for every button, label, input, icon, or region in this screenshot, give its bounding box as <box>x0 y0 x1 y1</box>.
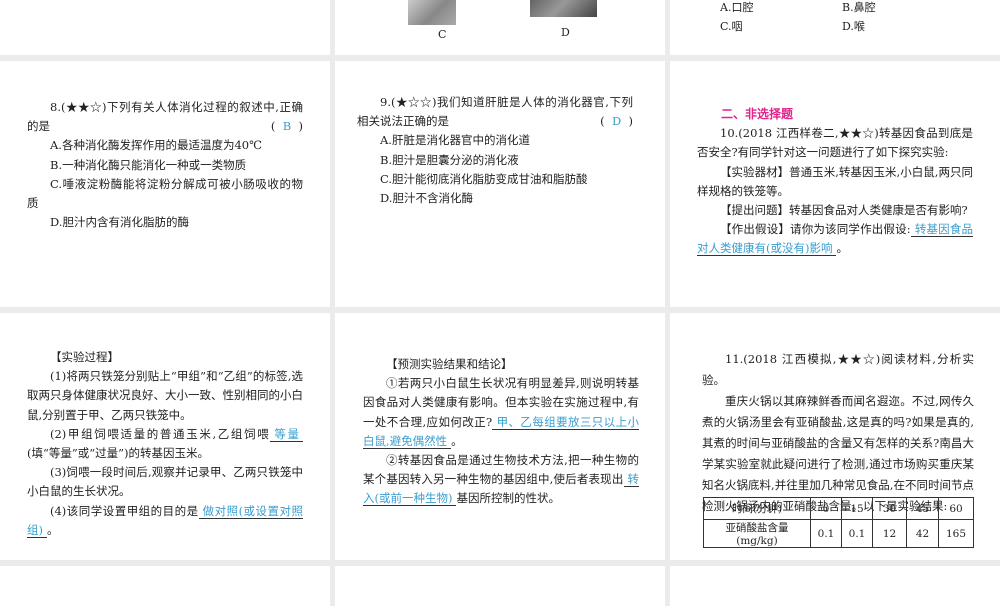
period: 。 <box>451 433 463 448</box>
question-stem: 10.(2018 江西样卷二,★★☆)转基因食品到底是否安全?有同学针对这一问题… <box>697 126 973 160</box>
option-c: C.唾液淀粉酶能将淀粉分解成可被小肠吸收的物质 <box>27 176 303 211</box>
option-a: A.肝脏是消化器官中的消化道 <box>380 133 530 148</box>
slide-experiment-process: 【实验过程】 (1)将两只铁笼分别贴上“甲组”和“乙组”的标签,选取两只身体健康… <box>0 313 330 560</box>
prediction-2-suffix: 基因所控制的性状。 <box>456 491 560 506</box>
table-row: 时间(分钟) 0 15 30 45 60 <box>703 497 974 520</box>
slide-prediction: 【预测实验结果和结论】 ①若两只小白鼠生长状况有明显差异,则说明转基因食品对人类… <box>335 313 665 560</box>
answer-bracket: ( D ) <box>600 114 633 129</box>
section-heading: 二、非选择题 <box>721 107 794 121</box>
image-label-d: D <box>561 26 570 39</box>
hypothesis: 【作出假设】请你为该同学作出假设: 转基因食品对人类健康有(或没有)影响。 <box>697 220 974 258</box>
table-cell: 15 <box>841 497 873 520</box>
prediction-2-text: ②转基因食品是通过生物技术方法,把一种生物的某个基因转入另一种生物的基因组中,使… <box>363 453 639 487</box>
table-cell: 45 <box>906 497 939 520</box>
slide-top-left <box>0 0 330 55</box>
table-cell: 0 <box>810 497 842 520</box>
answer: B <box>282 119 292 134</box>
step-3: (3)饲喂一段时间后,观察并记录甲、乙两只铁笼中小白鼠的生长状况。 <box>27 465 303 499</box>
period: 。 <box>836 241 848 256</box>
slide-top-right: A.口腔 B.鼻腔 C.咽 D.喉 <box>670 0 1000 55</box>
option-a: A.各种消化酶发挥作用的最适温度为40℃ <box>50 138 262 153</box>
option-c: C.胆汁能彻底消化脂肪变成甘油和脂肪酸 <box>380 171 588 186</box>
section-title: 【实验过程】 <box>50 350 119 364</box>
slide-top-middle: C D <box>335 0 665 55</box>
step-4: (4)该同学设置甲组的目的是 做对照(或设置对照组)。 <box>27 502 303 540</box>
slide-question-9: 9.(★☆☆)我们知道肝脏是人体的消化器官,下列相关说法正确的是( D ) A.… <box>335 61 665 307</box>
period: 。 <box>47 522 59 537</box>
step-2-suffix: (填“等量”或“过量”)的转基因玉米。 <box>27 446 209 461</box>
option-b: B.鼻腔 <box>842 1 876 14</box>
step-2-text: (2)甲组饲喂适量的普通玉米,乙组饲喂 <box>50 426 271 441</box>
slide-question-10: 二、非选择题 10.(2018 江西样卷二,★★☆)转基因食品到底是否安全?有同… <box>670 61 1000 307</box>
option-d: D.胆汁不含消化酶 <box>380 191 473 206</box>
image-label-c: C <box>438 28 447 41</box>
step-2-answer: 等量 <box>270 426 304 442</box>
problem: 【提出问题】转基因食品对人类健康是否有影响? <box>720 203 968 218</box>
table-cell: 0.1 <box>810 519 842 548</box>
option-c: C.咽 <box>720 20 743 33</box>
food-image-d <box>530 0 597 17</box>
question-stem: 9.(★☆☆)我们知道肝脏是人体的消化器官,下列相关说法正确的是( D ) <box>357 93 633 131</box>
food-image-c <box>408 0 456 25</box>
question-stem: 11.(2018 江西模拟,★★☆)阅读材料,分析实验。 <box>702 352 974 387</box>
table-cell: 60 <box>938 497 974 520</box>
slide-bottom-middle <box>335 566 665 606</box>
table-cell: 亚硝酸盐含量(mg/kg) <box>703 519 811 548</box>
answer-bracket: ( B ) <box>270 119 303 134</box>
slide-question-11: 11.(2018 江西模拟,★★☆)阅读材料,分析实验。 重庆火锅以其麻辣鲜香而… <box>670 313 1000 560</box>
option-b: B.一种消化酶只能消化一种或一类物质 <box>50 157 247 172</box>
table-row: 亚硝酸盐含量(mg/kg) 0.1 0.1 12 42 165 <box>703 519 974 548</box>
table-cell: 42 <box>906 519 939 548</box>
table-cell: 时间(分钟) <box>703 497 811 520</box>
option-a: A.口腔 <box>720 1 754 14</box>
table-cell: 12 <box>872 519 907 548</box>
table-cell: 0.1 <box>841 519 873 548</box>
option-d: D.胆汁内含有消化脂肪的酶 <box>50 215 189 230</box>
table-cell: 165 <box>938 519 974 548</box>
option-d: D.喉 <box>842 20 865 33</box>
slide-bottom-right <box>670 566 1000 606</box>
answer: D <box>611 114 622 129</box>
option-b: B.胆汁是胆囊分泌的消化液 <box>380 152 519 167</box>
prediction-1: ①若两只小白鼠生长状况有明显差异,则说明转基因食品对人类健康有影响。但本实验在实… <box>363 374 640 451</box>
section-title: 【预测实验结果和结论】 <box>386 357 513 371</box>
step-4-text: (4)该同学设置甲组的目的是 <box>50 503 199 518</box>
slide-bottom-left <box>0 566 330 606</box>
hypothesis-label: 【作出假设】请你为该同学作出假设: <box>720 222 911 237</box>
slide-question-8: 8.(★★☆)下列有关人体消化过程的叙述中,正确的是( B ) A.各种消化酶发… <box>0 61 330 307</box>
table-cell: 30 <box>872 497 907 520</box>
materials: 【实验器材】普通玉米,转基因玉米,小白鼠,两只同样规格的铁笼等。 <box>697 164 973 198</box>
prediction-2: ②转基因食品是通过生物技术方法,把一种生物的某个基因转入另一种生物的基因组中,使… <box>363 451 639 509</box>
nitrite-table: 时间(分钟) 0 15 30 45 60 亚硝酸盐含量(mg/kg) 0.1 0… <box>703 497 974 548</box>
question-stem: 8.(★★☆)下列有关人体消化过程的叙述中,正确的是( B ) <box>27 98 303 136</box>
step-1: (1)将两只铁笼分别贴上“甲组”和“乙组”的标签,选取两只身体健康状况良好、大小… <box>27 369 303 422</box>
step-2: (2)甲组饲喂适量的普通玉米,乙组饲喂 等量 (填“等量”或“过量”)的转基因玉米。 <box>27 425 304 463</box>
